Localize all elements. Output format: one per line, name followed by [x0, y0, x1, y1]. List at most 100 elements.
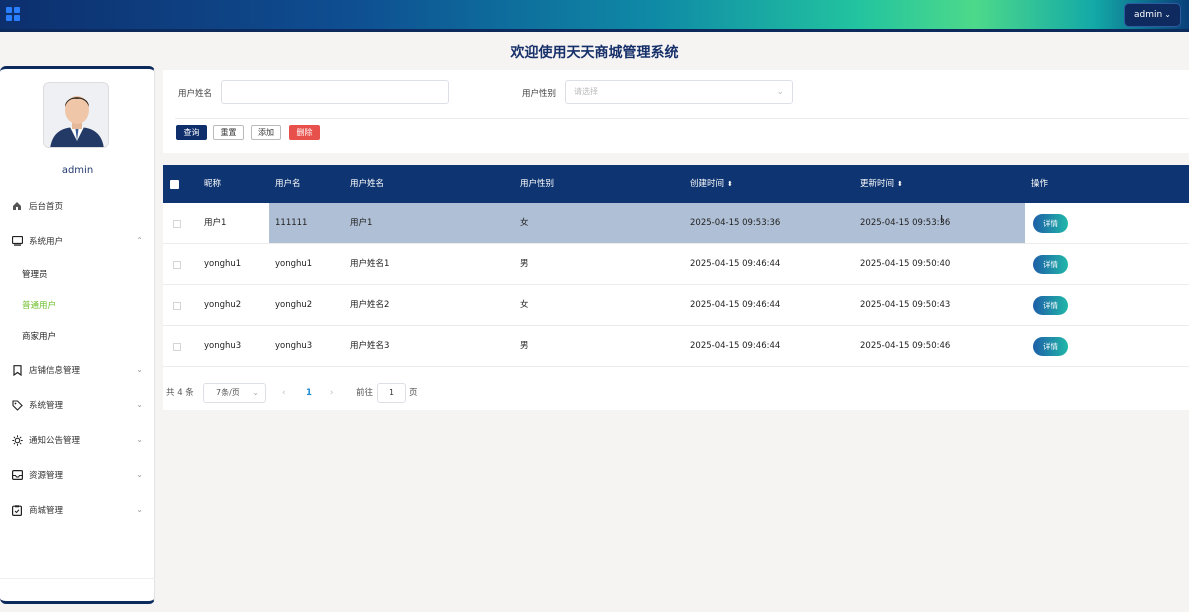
- chevron-down-icon: ⌄: [776, 87, 784, 97]
- user-table: 昵称 用户名 用户姓名 用户性别 创建时间 ⬍ 更新时间 ⬍ 操作 用户1 1111…: [163, 165, 1189, 377]
- goto-page-input[interactable]: 1: [377, 383, 406, 403]
- sort-icon: ⬍: [897, 180, 903, 188]
- chevron-up-icon: ⌃: [136, 236, 143, 245]
- filter-gender-placeholder: 请选择: [574, 87, 598, 96]
- table-row[interactable]: 用户1 111111 用户1 女 2025-04-15 09:53:36 202…: [163, 203, 1189, 244]
- column-header: 用户名: [275, 179, 301, 189]
- clipboard-icon: [11, 504, 23, 516]
- cell-updated: 2025-04-15 09:50:46: [860, 341, 951, 351]
- monitor-icon: [11, 235, 23, 247]
- sun-icon: [11, 434, 23, 446]
- chevron-down-icon: ⌄: [136, 400, 143, 409]
- reset-button[interactable]: 重置: [213, 125, 244, 140]
- sidebar-item-mall-manage[interactable]: 商城管理 ⌄: [0, 495, 155, 525]
- cell-username: yonghu3: [275, 341, 313, 351]
- detail-button[interactable]: 详情: [1033, 296, 1068, 315]
- table-header: 昵称 用户名 用户姓名 用户性别 创建时间 ⬍ 更新时间 ⬍ 操作: [163, 165, 1189, 203]
- cell-realname: 用户姓名1: [350, 259, 390, 269]
- row-checkbox[interactable]: [173, 343, 181, 351]
- table-row[interactable]: yonghu2 yonghu2 用户姓名2 女 2025-04-15 09:46…: [163, 285, 1189, 326]
- cell-realname: 用户姓名2: [350, 300, 390, 310]
- sidebar-subitem-normal-users[interactable]: 普通用户: [0, 291, 155, 319]
- pagination: 共 4 条 7条/页 ⌄ ‹ 1 › 前往 1 页: [163, 377, 1189, 410]
- user-menu-label: admin: [1134, 10, 1163, 20]
- page-size-select[interactable]: 7条/页 ⌄: [203, 383, 266, 403]
- sidebar-subitem-label: 商家用户: [22, 332, 57, 342]
- cell-username: 111111: [275, 218, 308, 228]
- inbox-icon: [11, 469, 23, 481]
- add-button[interactable]: 添加: [251, 125, 281, 140]
- row-checkbox[interactable]: [173, 261, 181, 269]
- cell-nickname: yonghu3: [204, 341, 242, 351]
- detail-button[interactable]: 详情: [1033, 337, 1068, 356]
- cell-updated: 2025-04-15 09:50:43: [860, 300, 951, 310]
- cell-nickname: yonghu2: [204, 300, 242, 310]
- sidebar-item-label: 系统用户: [29, 237, 64, 247]
- cell-realname: 用户姓名3: [350, 341, 390, 351]
- cell-gender: 女: [520, 300, 529, 310]
- avatar: [43, 82, 109, 148]
- row-checkbox[interactable]: [173, 220, 181, 228]
- sidebar-subitem-label: 管理员: [22, 270, 48, 280]
- apps-grid-icon[interactable]: [6, 7, 20, 21]
- filter-divider: [175, 118, 1189, 119]
- sidebar-item-label: 商城管理: [29, 506, 64, 516]
- cell-updated: 2025-04-15 09:50:40: [860, 259, 951, 269]
- filter-gender-select[interactable]: 请选择 ⌄: [565, 80, 793, 104]
- chevron-down-icon: ⌄: [252, 388, 259, 397]
- cell-nickname: 用户1: [204, 218, 227, 228]
- tag-icon: [11, 399, 23, 411]
- prev-page-icon[interactable]: ‹: [282, 377, 285, 410]
- filter-name-input[interactable]: [221, 80, 449, 104]
- cell-created: 2025-04-15 09:46:44: [690, 300, 781, 310]
- text-cursor-icon: I: [940, 213, 944, 226]
- table-row[interactable]: yonghu1 yonghu1 用户姓名1 男 2025-04-15 09:46…: [163, 244, 1189, 285]
- table-row[interactable]: yonghu3 yonghu3 用户姓名3 男 2025-04-15 09:46…: [163, 326, 1189, 367]
- sidebar-subitem-admins[interactable]: 管理员: [0, 260, 155, 288]
- sidebar-item-shop-info[interactable]: 店铺信息管理 ⌄: [0, 355, 155, 385]
- column-header-label: 创建时间: [690, 179, 725, 189]
- query-button[interactable]: 查询: [176, 125, 207, 140]
- filter-gender-label: 用户性别: [522, 89, 557, 99]
- detail-button[interactable]: 详情: [1033, 255, 1068, 274]
- column-header: 昵称: [204, 179, 222, 189]
- cell-gender: 男: [520, 341, 529, 351]
- user-menu-button[interactable]: admin ⌄: [1124, 3, 1181, 27]
- sidebar-item-label: 系统管理: [29, 401, 64, 411]
- current-page-number[interactable]: 1: [306, 377, 312, 410]
- chevron-down-icon: ⌄: [136, 470, 143, 479]
- column-header-sortable[interactable]: 更新时间 ⬍: [860, 165, 903, 203]
- sidebar-item-home[interactable]: 后台首页: [0, 191, 155, 221]
- sidebar-item-system-manage[interactable]: 系统管理 ⌄: [0, 390, 155, 420]
- sidebar-subitem-label: 普通用户: [22, 301, 57, 311]
- sidebar-item-label: 后台首页: [29, 202, 64, 212]
- column-header: 操作: [1031, 179, 1049, 189]
- sidebar-item-label: 资源管理: [29, 471, 64, 481]
- sidebar-subitem-merchant-users[interactable]: 商家用户: [0, 322, 155, 350]
- select-all-checkbox[interactable]: [170, 180, 179, 189]
- sidebar-item-system-users[interactable]: 系统用户 ⌃: [0, 226, 155, 256]
- detail-button[interactable]: 详情: [1033, 214, 1068, 233]
- column-header-label: 更新时间: [860, 179, 895, 189]
- cell-created: 2025-04-15 09:46:44: [690, 259, 781, 269]
- sidebar-item-label: 店铺信息管理: [29, 366, 81, 376]
- filter-panel: 用户姓名 用户性别 请选择 ⌄ 查询 重置 添加 删除: [163, 70, 1189, 153]
- column-header-sortable[interactable]: 创建时间 ⬍: [690, 165, 733, 203]
- cell-username: yonghu2: [275, 300, 313, 310]
- page-size-value: 7条/页: [216, 388, 240, 397]
- cell-nickname: yonghu1: [204, 259, 242, 269]
- delete-button[interactable]: 删除: [289, 125, 320, 140]
- top-bar: admin ⌄: [0, 0, 1189, 32]
- next-page-icon[interactable]: ›: [330, 377, 333, 410]
- sidebar-item-resources[interactable]: 资源管理 ⌄: [0, 460, 155, 490]
- sidebar-item-notices[interactable]: 通知公告管理 ⌄: [0, 425, 155, 455]
- cell-realname: 用户1: [350, 218, 373, 228]
- cell-username: yonghu1: [275, 259, 313, 269]
- row-checkbox[interactable]: [173, 302, 181, 310]
- pagination-total: 共 4 条: [166, 388, 194, 398]
- chevron-down-icon: ⌄: [136, 365, 143, 374]
- page-title: 欢迎使用天天商城管理系统: [510, 45, 679, 61]
- cell-gender: 女: [520, 218, 529, 228]
- cell-updated: 2025-04-15 09:53:36: [860, 218, 951, 228]
- cell-created: 2025-04-15 09:53:36: [690, 218, 781, 228]
